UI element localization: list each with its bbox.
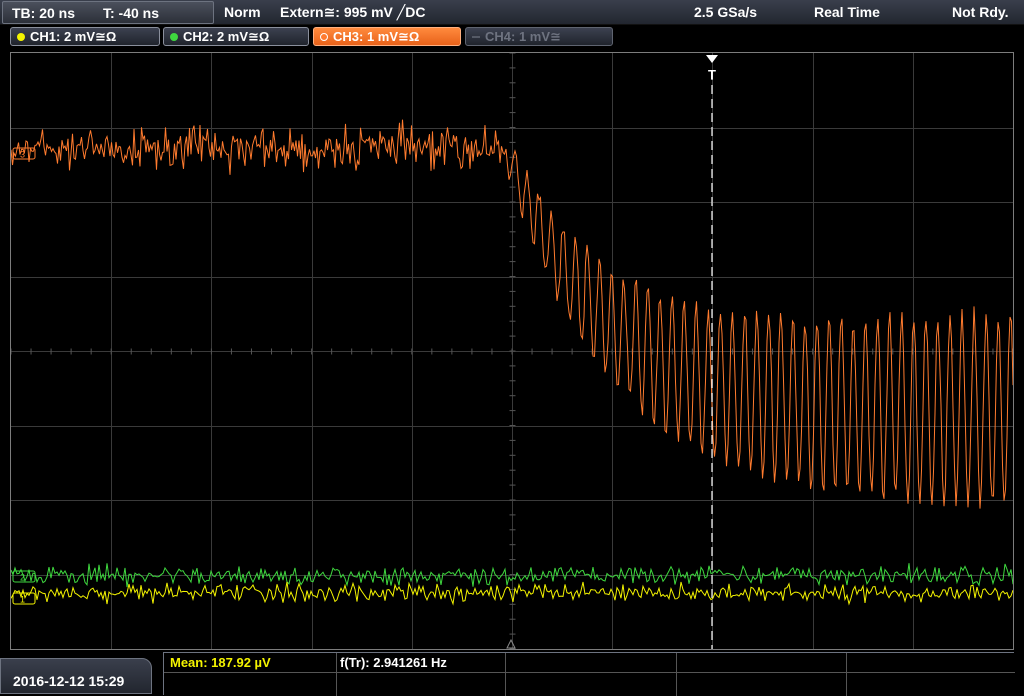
datetime-box: 2016-12-12 15:29	[0, 658, 152, 694]
channel-2-label: CH2: 2 mV≅Ω	[183, 29, 270, 44]
channel-3-offset-label: 3	[20, 150, 25, 160]
channel-1-offset-marker[interactable]: 1	[12, 592, 36, 605]
measurement-col-divider	[676, 653, 677, 696]
trigger-position-marker-icon[interactable]	[706, 55, 718, 63]
channel-2-dot-icon	[170, 33, 178, 41]
waveform-display[interactable]: T 3 2 1	[10, 52, 1014, 650]
measurement-row-divider	[164, 672, 1015, 673]
center-offset-marker-icon	[506, 638, 516, 649]
channel-2-offset-label: 2	[20, 573, 25, 583]
channel-1-offset-label: 1	[20, 595, 25, 605]
trigger-label: T	[708, 67, 716, 82]
bottom-bar: 2016-12-12 15:29 Mean: 187.92 µV f(Tr): …	[0, 652, 1024, 696]
timebase-label: TB: 20 ns	[12, 5, 76, 21]
channel-1-button[interactable]: CH1: 2 mV≅Ω	[10, 27, 160, 46]
channel-4-label: CH4: 1 mV≅	[485, 29, 561, 44]
measurement-col-divider	[846, 653, 847, 696]
measurement-mean[interactable]: Mean: 187.92 µV	[170, 655, 271, 670]
trigger-mode[interactable]: Norm	[224, 4, 261, 20]
channel-bar: CH1: 2 mV≅Ω CH2: 2 mV≅Ω CH3: 1 mV≅Ω CH4:…	[0, 25, 1024, 50]
timebase-box[interactable]: TB: 20 ns T: -40 ns	[2, 1, 214, 24]
channel-3-dot-icon	[320, 33, 328, 41]
channel-4-button[interactable]: CH4: 1 mV≅	[465, 27, 613, 46]
channel-1-label: CH1: 2 mV≅Ω	[30, 29, 117, 44]
channel-3-label: CH3: 1 mV≅Ω	[333, 29, 420, 44]
measurement-col-divider	[336, 653, 337, 696]
graticule	[11, 53, 1013, 649]
trigger-time-label: T: -40 ns	[103, 5, 160, 21]
acquisition-mode: Real Time	[814, 4, 880, 20]
waveform-canvas: T 3 2 1	[11, 53, 1013, 649]
channel-1-dot-icon	[17, 33, 25, 41]
measurement-panel[interactable]: Mean: 187.92 µV f(Tr): 2.941261 Hz	[163, 652, 1015, 696]
trigger-source[interactable]: Extern≅: 995 mV ╱DC	[280, 4, 425, 21]
datetime-label: 2016-12-12 15:29	[13, 673, 125, 689]
acquisition-state: Not Rdy.	[952, 4, 1009, 20]
sample-rate: 2.5 GSa/s	[694, 4, 758, 20]
measurement-frequency[interactable]: f(Tr): 2.941261 Hz	[340, 655, 447, 670]
status-bar: TB: 20 ns T: -40 ns Norm Extern≅: 995 mV…	[0, 0, 1024, 25]
channel-3-button[interactable]: CH3: 1 mV≅Ω	[313, 27, 461, 46]
measurement-col-divider	[505, 653, 506, 696]
channel-2-button[interactable]: CH2: 2 mV≅Ω	[163, 27, 309, 46]
channel-4-dash-icon	[472, 36, 480, 38]
